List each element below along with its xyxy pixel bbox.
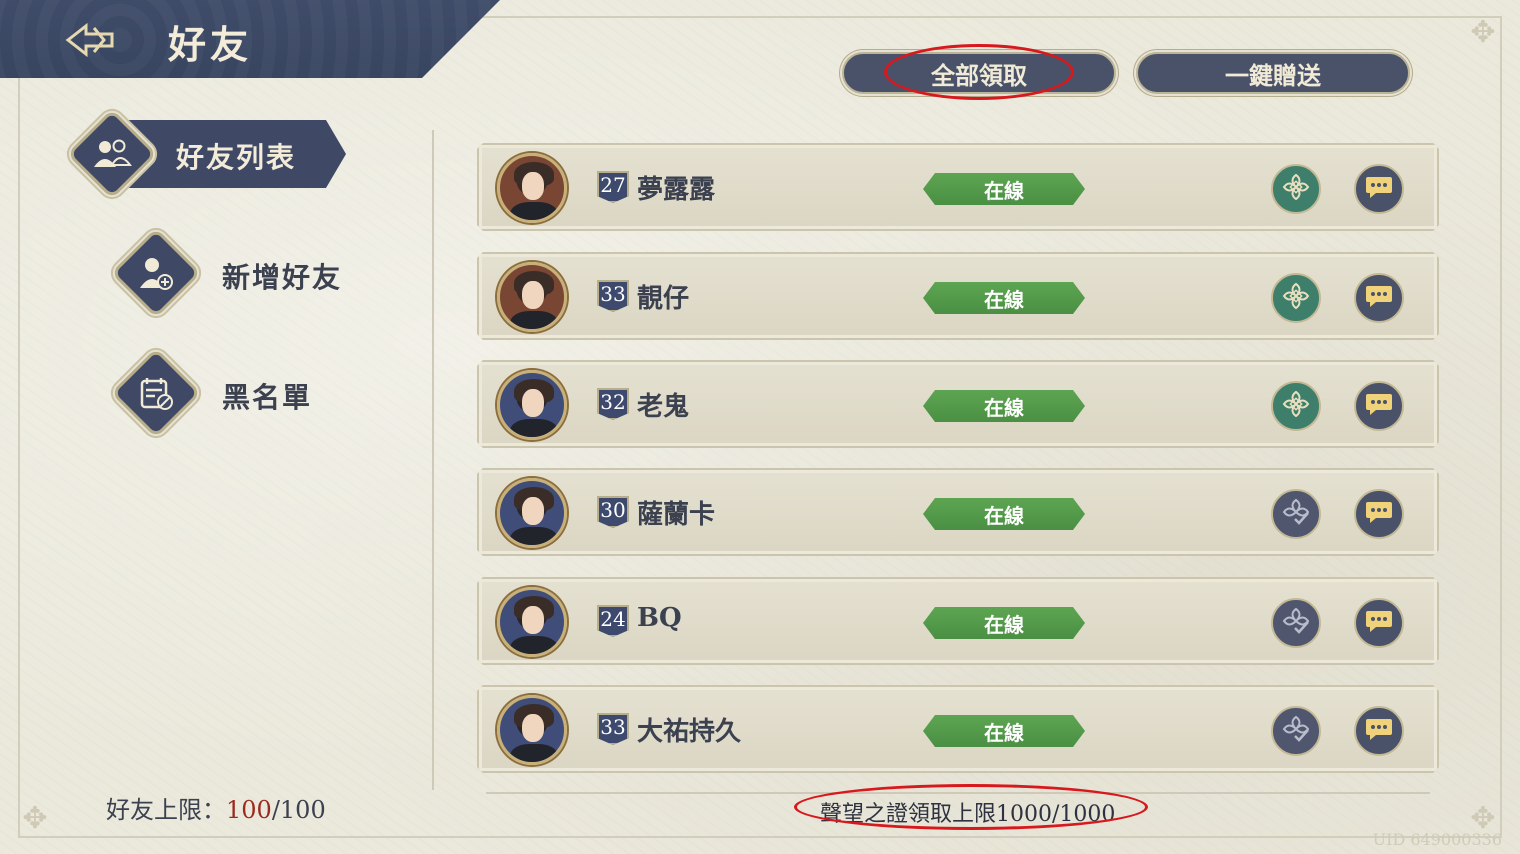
friend-avatar[interactable] [497,587,567,657]
annotation-circle [884,44,1074,100]
avatar-face [522,389,544,417]
tab-add-friend[interactable]: 新增好友 [222,256,342,296]
avatar-face [522,172,544,200]
gift-icon [1281,497,1311,531]
avatar-face [522,714,544,742]
friend-avatar[interactable] [497,695,567,765]
friend-limit-label: 好友上限： [106,796,226,824]
friend-level-badge: 33 [597,713,629,745]
friend-row[interactable]: 33 大祐持久 在線 [477,685,1439,773]
friend-name: 大祐持久 [637,717,742,747]
friend-limit: 好友上限：100/100 [106,790,326,825]
send-all-button[interactable]: 一鍵贈送 [1136,52,1410,94]
friend-name: 老鬼 [637,392,690,422]
chat-button[interactable] [1354,489,1404,539]
chat-bubble-icon [1364,498,1394,530]
chat-button[interactable] [1354,381,1404,431]
gift-button[interactable] [1271,598,1321,648]
chat-button[interactable] [1354,273,1404,323]
friend-row[interactable]: 32 老鬼 在線 [477,360,1439,448]
corner-ornament-icon: ✥ [22,801,48,836]
annotation-circle [794,784,1148,830]
online-status-badge: 在線 [923,715,1085,747]
friend-name: 薩蘭卡 [637,500,716,530]
friend-name: 夢露露 [637,175,716,205]
avatar-face [522,606,544,634]
chat-button[interactable] [1354,706,1404,756]
friend-name: 靚仔 [637,284,690,314]
friend-level-badge: 30 [597,496,629,528]
gift-icon [1281,172,1311,206]
gift-icon [1281,714,1311,748]
friend-limit-max: /100 [271,796,326,824]
blacklist-icon [124,361,188,425]
online-status-badge: 在線 [923,607,1085,639]
friend-avatar[interactable] [497,153,567,223]
chat-bubble-icon [1364,282,1394,314]
friend-level-badge: 33 [597,280,629,312]
friend-row[interactable]: 30 薩蘭卡 在線 [477,468,1439,556]
uid-label: UID 649000336 [1372,830,1502,849]
friend-level-badge: 32 [597,388,629,420]
chat-button[interactable] [1354,164,1404,214]
friend-name: BQ [637,603,682,633]
chat-bubble-icon [1364,390,1394,422]
back-arrow-icon [65,22,114,58]
chat-button[interactable] [1354,598,1404,648]
avatar-body [510,527,558,545]
corner-ornament-icon: ✥ [1470,15,1496,50]
gift-button[interactable] [1271,489,1321,539]
back-button[interactable] [62,18,118,62]
header-banner: 好友 [0,0,500,78]
friend-avatar[interactable] [497,370,567,440]
friend-avatar[interactable] [497,262,567,332]
avatar-body [510,202,558,220]
chat-bubble-icon [1364,715,1394,747]
online-status-badge: 在線 [923,282,1085,314]
friend-row[interactable]: 33 靚仔 在線 [477,252,1439,340]
avatar-face [522,497,544,525]
online-status-badge: 在線 [923,498,1085,530]
friend-level-badge: 27 [597,171,629,203]
gift-icon [1281,389,1311,423]
chat-bubble-icon [1364,607,1394,639]
avatar-body [510,419,558,437]
gift-button[interactable] [1271,706,1321,756]
avatar-body [510,744,558,762]
page-title: 好友 [168,22,253,67]
gift-icon [1281,281,1311,315]
add-friend-icon [124,241,188,305]
friend-row[interactable]: 27 夢露露 在線 [477,143,1439,231]
gift-button[interactable] [1271,381,1321,431]
friend-level-badge: 24 [597,605,629,637]
friend-row[interactable]: 24 BQ 在線 [477,577,1439,665]
menu-divider [432,130,434,790]
tab-blacklist[interactable]: 黑名單 [222,376,312,416]
gift-icon [1281,606,1311,640]
chat-bubble-icon [1364,173,1394,205]
gift-button[interactable] [1271,164,1321,214]
friend-limit-current: 100 [226,796,272,824]
online-status-badge: 在線 [923,173,1085,205]
friend-avatar[interactable] [497,478,567,548]
avatar-face [522,281,544,309]
tab-friend-list-label: 好友列表 [176,141,297,174]
avatar-body [510,636,558,654]
friends-icon [80,122,144,186]
online-status-badge: 在線 [923,390,1085,422]
gift-button[interactable] [1271,273,1321,323]
avatar-body [510,311,558,329]
